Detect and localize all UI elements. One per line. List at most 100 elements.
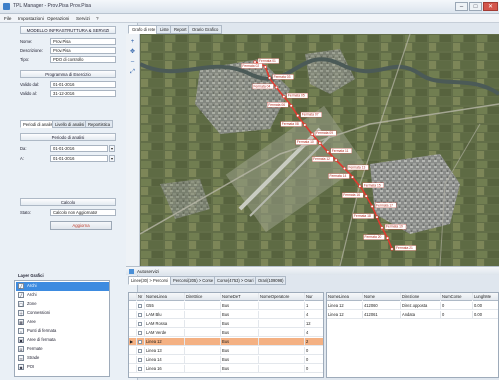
menu-servizi[interactable]: Servizi	[76, 16, 90, 21]
layer-item[interactable]: ╱ Archi	[16, 282, 109, 291]
a-date-field[interactable]: 01-01-2016	[50, 155, 108, 162]
calendar-icon[interactable]: ▾	[109, 155, 115, 162]
table-row[interactable]: G55 Bus 1	[129, 302, 323, 311]
calendar-icon[interactable]: ▾	[109, 145, 115, 152]
stop-marker[interactable]	[380, 226, 384, 230]
table-row[interactable]: Linea 12 412061 Andata 0 0.00	[327, 311, 498, 320]
checkbox[interactable]	[138, 349, 142, 353]
table-row[interactable]: Linea 16 Bus 0	[129, 365, 323, 374]
stop-marker[interactable]	[370, 204, 374, 208]
stop-marker[interactable]	[253, 60, 257, 64]
stop-marker[interactable]	[310, 132, 314, 136]
col-header[interactable]: Nur	[305, 293, 323, 301]
row-checkbox[interactable]	[137, 320, 145, 328]
stop-marker[interactable]	[263, 65, 267, 69]
table-row[interactable]: Linea 14 Bus 0	[129, 356, 323, 365]
layer-item[interactable]: • Punti di fermata	[16, 327, 109, 336]
stop-marker[interactable]	[364, 194, 368, 198]
tab-grafo-di-rete[interactable]: Grafo di rete	[128, 25, 160, 34]
stop-marker[interactable]	[303, 123, 307, 127]
col-header[interactable]: Nr	[137, 293, 145, 301]
stop-marker[interactable]	[358, 184, 362, 188]
col-header[interactable]: Nome	[363, 293, 401, 301]
layer-item[interactable]: ◆ POI	[16, 363, 109, 372]
stop-marker[interactable]	[334, 158, 338, 162]
checkbox[interactable]	[138, 340, 142, 344]
row-checkbox[interactable]	[137, 338, 145, 346]
checkbox[interactable]	[138, 313, 142, 317]
row-checkbox[interactable]	[137, 347, 145, 355]
stop-marker[interactable]	[342, 166, 347, 171]
fit-extent-icon[interactable]: ⤢	[128, 68, 137, 76]
menu-file[interactable]: File	[4, 16, 11, 21]
row-checkbox[interactable]	[137, 329, 145, 337]
zoom-out-icon[interactable]: –	[128, 58, 137, 66]
stop-marker[interactable]	[296, 114, 300, 118]
tab-orari[interactable]: Orari(109098)	[255, 276, 287, 285]
layer-item[interactable]: ╱ Archi	[16, 291, 109, 300]
checkbox[interactable]	[138, 304, 142, 308]
stop-marker[interactable]	[282, 95, 286, 99]
checkbox[interactable]	[138, 367, 142, 371]
stop-marker[interactable]	[318, 141, 322, 145]
valido-al-field[interactable]: 31-12-2016	[50, 90, 116, 97]
layer-item[interactable]: ▣ Aree di fermata	[16, 336, 109, 345]
checkbox[interactable]	[138, 331, 142, 335]
col-header[interactable]: Direttrice	[185, 293, 221, 301]
aggiorna-button[interactable]: Aggiorna	[50, 221, 112, 230]
stop-marker[interactable]	[267, 76, 272, 80]
menu-impostazioni[interactable]: Impostazioni	[18, 16, 44, 21]
layer-item[interactable]: ┼ Connessioni	[16, 309, 109, 318]
col-header[interactable]: NomeLinea	[145, 293, 185, 301]
layer-item[interactable]: ◘ Fermate	[16, 345, 109, 354]
row-checkbox[interactable]	[137, 311, 145, 319]
stop-marker[interactable]	[326, 150, 330, 154]
col-header[interactable]: NumCorse	[441, 293, 473, 301]
tipo-field[interactable]: PDO di controllo	[50, 56, 116, 63]
menu-operazioni[interactable]: Operazioni	[47, 16, 69, 21]
nome-field[interactable]: Prov.Pisa	[50, 38, 116, 45]
col-header[interactable]: Direzione	[401, 293, 441, 301]
maximize-button[interactable]: □	[469, 2, 482, 11]
table-row[interactable]: LAM Verde Bus 4	[129, 329, 323, 338]
da-date-field[interactable]: 01-01-2016	[50, 145, 108, 152]
table-row[interactable]: LAM Rossa Bus 12	[129, 320, 323, 329]
tab-orario-grafico[interactable]: Orario Grafico	[188, 25, 223, 34]
table-row[interactable]: LAM Blu Bus 4	[129, 311, 323, 320]
row-checkbox[interactable]	[137, 356, 145, 364]
menu-help[interactable]: ?	[96, 16, 99, 21]
stop-marker[interactable]	[350, 175, 355, 179]
tab-percorsi-corse[interactable]: Percorsi(205) > Corse	[170, 276, 217, 285]
pan-icon[interactable]: ✥	[128, 48, 137, 56]
stop-marker[interactable]	[375, 215, 379, 219]
stop-marker[interactable]	[390, 247, 394, 251]
table-row[interactable]: Linea 12 412060 Direz.opposta 0 0.00	[327, 302, 498, 311]
valido-dal-field[interactable]: 01-01-2016	[50, 81, 116, 88]
minimize-button[interactable]: –	[455, 2, 468, 11]
stop-marker[interactable]	[274, 85, 279, 90]
tab-corse-orari[interactable]: Corse(4753) > Orari	[214, 276, 257, 285]
tab-reportistica[interactable]: Reportistica	[85, 120, 114, 128]
close-button[interactable]: ✕	[483, 2, 498, 11]
stop-marker[interactable]	[289, 104, 293, 108]
row-checkbox[interactable]	[137, 302, 145, 310]
layer-item[interactable]: ═ Strade	[16, 354, 109, 363]
checkbox[interactable]	[138, 322, 142, 326]
tab-livello[interactable]: Livello di analisi	[52, 120, 88, 128]
layer-item[interactable]: ▢ Zone	[16, 300, 109, 309]
col-header[interactable]: LunghMe	[473, 293, 498, 301]
col-header[interactable]: NomeOperatore	[259, 293, 305, 301]
checkbox[interactable]	[138, 358, 142, 362]
zoom-in-icon[interactable]: +	[128, 38, 137, 46]
map-view[interactable]: Fermata 01 Fermata 02 Fermata 03 Fermata 04…	[140, 34, 499, 266]
layer-item[interactable]: ▦ Aree	[16, 318, 109, 327]
col-header[interactable]: NomeDeT	[221, 293, 259, 301]
col-header[interactable]: NomeLinea	[327, 293, 363, 301]
table-cell: Bus	[221, 311, 259, 319]
table-row[interactable]: ▶ Linea 12 Bus 2	[129, 338, 323, 347]
stop-marker[interactable]	[385, 236, 390, 240]
descrizione-field[interactable]: Prov.Pisa	[50, 47, 116, 54]
row-checkbox[interactable]	[137, 365, 145, 373]
table-row[interactable]: Linea 13 Bus 0	[129, 347, 323, 356]
tab-linee-percorsi[interactable]: Linee(30) > Percorsi	[128, 276, 171, 285]
